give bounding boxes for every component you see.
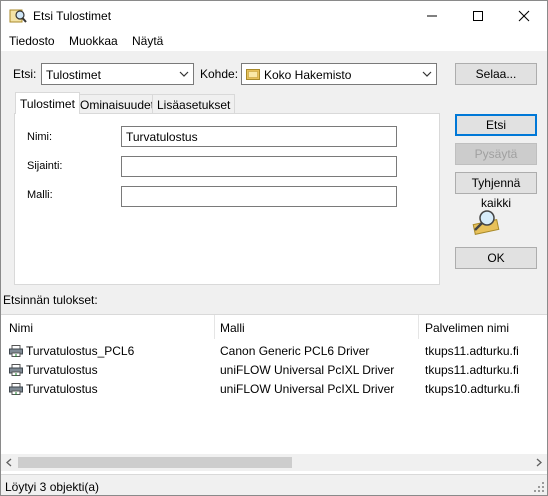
horizontal-scrollbar[interactable]: [1, 454, 547, 471]
location-label: Sijainti:: [27, 160, 63, 172]
column-header-name[interactable]: Nimi: [9, 321, 33, 335]
printer-icon: [9, 364, 23, 376]
resize-grip-icon[interactable]: [533, 481, 545, 493]
scroll-right-icon[interactable]: [534, 458, 543, 467]
find-now-button[interactable]: Etsi: [455, 114, 537, 136]
scrollbar-thumb[interactable]: [18, 457, 292, 468]
column-header-server[interactable]: Palvelimen nimi: [425, 321, 509, 335]
window-title: Etsi Tulostimet: [33, 9, 112, 23]
find-type-select[interactable]: Tulostimet: [41, 63, 194, 85]
column-divider[interactable]: [214, 315, 215, 339]
result-name[interactable]: Turvatulostus: [26, 363, 98, 377]
minimize-button[interactable]: [409, 1, 455, 31]
in-location-select[interactable]: Koko Hakemisto: [241, 63, 437, 85]
menu-view[interactable]: Näytä: [132, 34, 163, 48]
tab-printers[interactable]: Tulostimet: [15, 92, 80, 114]
result-model: uniFLOW Universal PcIXL Driver: [220, 382, 395, 396]
scroll-left-icon[interactable]: [5, 458, 14, 467]
browse-button[interactable]: Selaa...: [455, 63, 537, 85]
tab-advanced[interactable]: Lisäasetukset: [152, 94, 236, 114]
directory-icon: [246, 69, 260, 80]
magnifier-icon: [472, 210, 500, 235]
close-icon: [518, 10, 530, 22]
model-label: Malli:: [27, 189, 53, 201]
find-label: Etsi:: [13, 67, 37, 81]
result-model: Canon Generic PCL6 Driver: [220, 344, 370, 358]
maximize-icon: [473, 11, 483, 21]
in-label: Kohde:: [200, 67, 239, 81]
search-printers-icon: [9, 9, 27, 23]
status-text: Löytyi 3 objekti(a): [5, 480, 100, 494]
result-name[interactable]: Turvatulostus_PCL6: [26, 344, 134, 358]
chevron-down-icon: [422, 71, 432, 77]
title-bar: Etsi Tulostimet: [1, 1, 547, 31]
find-printers-window: Etsi Tulostimet Tiedosto Muokkaa Näytä E…: [0, 0, 548, 496]
chevron-down-icon: [179, 71, 189, 77]
menu-edit[interactable]: Muokkaa: [69, 34, 118, 48]
status-bar: Löytyi 3 objekti(a): [1, 474, 547, 495]
results-label: Etsinnän tulokset:: [3, 293, 98, 307]
result-server: tkups11.adturku.fi: [425, 344, 519, 358]
ok-button[interactable]: OK: [455, 247, 537, 269]
stop-button[interactable]: Pysäytä: [455, 143, 537, 165]
tab-panel-printers: Nimi: Turvatulostus Sijainti: Malli:: [14, 113, 440, 285]
clear-all-button[interactable]: Tyhjennä kaikki: [455, 172, 537, 210]
name-field[interactable]: Turvatulostus: [121, 126, 397, 147]
result-server: tkups10.adturku.fi: [425, 382, 520, 396]
find-type-value: Tulostimet: [46, 68, 101, 82]
location-field[interactable]: [121, 156, 397, 177]
in-location-value: Koko Hakemisto: [264, 68, 352, 82]
printer-icon: [9, 383, 23, 395]
menu-file[interactable]: Tiedosto: [9, 34, 55, 48]
results-list: Nimi Malli Palvelimen nimi Turvatulostus…: [1, 314, 547, 474]
result-model: uniFLOW Universal PcIXL Driver: [220, 363, 395, 377]
result-name[interactable]: Turvatulostus: [26, 382, 98, 396]
column-divider[interactable]: [418, 315, 419, 339]
tab-features[interactable]: Ominaisuudet: [75, 94, 160, 114]
name-label: Nimi:: [27, 131, 53, 143]
column-header-model[interactable]: Malli: [220, 321, 245, 335]
result-server: tkups11.adturku.fi: [425, 363, 519, 377]
menu-bar: Tiedosto Muokkaa Näytä: [1, 31, 547, 51]
maximize-button[interactable]: [455, 1, 501, 31]
model-field[interactable]: [121, 186, 397, 207]
minimize-icon: [427, 15, 437, 17]
printer-icon: [9, 345, 23, 357]
close-button[interactable]: [501, 1, 547, 31]
